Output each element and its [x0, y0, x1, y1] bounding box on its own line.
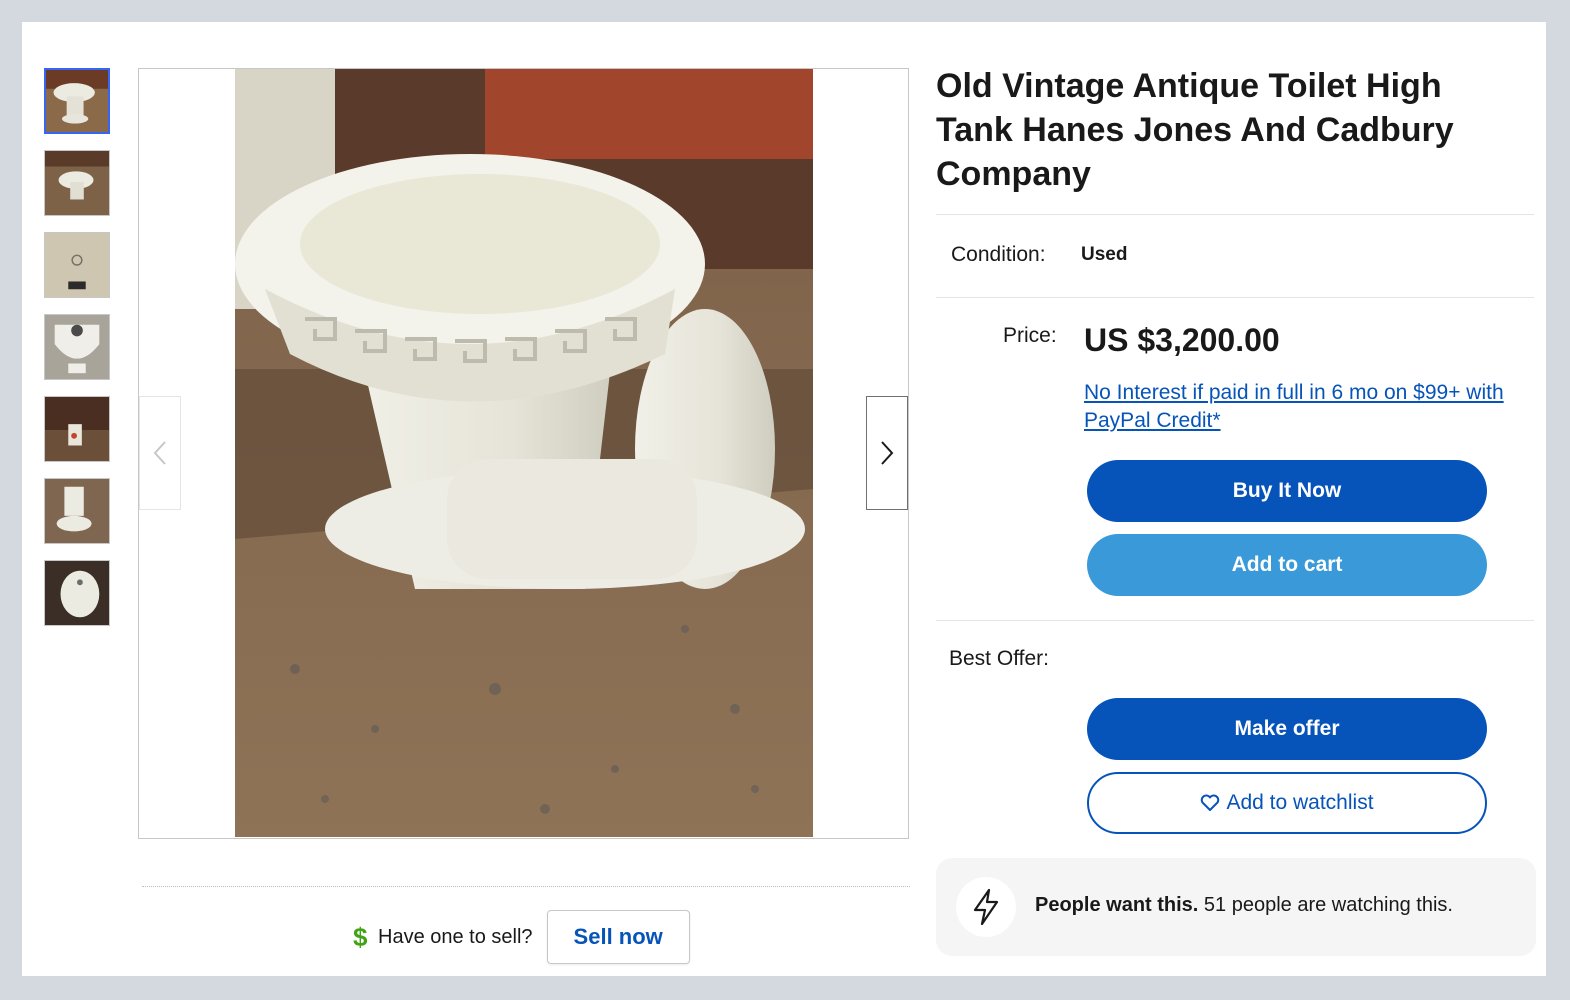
divider: [936, 620, 1534, 621]
chevron-left-icon: [153, 441, 166, 465]
next-image-button[interactable]: [866, 396, 908, 510]
thumbnail-5[interactable]: [44, 396, 110, 462]
signal-detail-text: 51 people are watching this.: [1203, 894, 1453, 916]
image-viewer: [138, 68, 909, 839]
listing-card: $ Have one to sell? Sell now Old Vintage…: [22, 22, 1546, 976]
sell-now-button[interactable]: Sell now: [546, 910, 690, 964]
add-to-watchlist-button[interactable]: Add to watchlist: [1087, 772, 1487, 834]
heart-icon: [1200, 794, 1220, 812]
sell-question: Have one to sell?: [378, 925, 533, 948]
signal-bold-text: People want this.: [1035, 894, 1199, 916]
svg-text:$: $: [353, 924, 368, 950]
condition-label: Condition:: [951, 243, 1046, 266]
urgency-signal: People want this. 51 people are watching…: [936, 858, 1536, 956]
thumbnail-6[interactable]: [44, 478, 110, 544]
thumbnail-2[interactable]: [44, 150, 110, 216]
best-offer-label: Best Offer:: [949, 647, 1049, 670]
divider: [936, 214, 1534, 215]
add-to-cart-button[interactable]: Add to cart: [1087, 534, 1487, 596]
divider: [936, 297, 1534, 298]
thumbnail-1[interactable]: [44, 68, 110, 134]
paypal-credit-link[interactable]: No Interest if paid in full in 6 mo on $…: [1084, 379, 1524, 435]
sell-prompt: $ Have one to sell? Sell now: [352, 910, 690, 964]
divider: [142, 886, 910, 887]
urgency-signal-text: People want this. 51 people are watching…: [1035, 894, 1453, 917]
make-offer-button[interactable]: Make offer: [1087, 698, 1487, 760]
price-label: Price:: [1003, 324, 1057, 347]
dollar-icon: $: [353, 924, 368, 950]
chevron-right-icon: [881, 441, 894, 465]
thumbnail-4[interactable]: [44, 314, 110, 380]
thumbnail-3[interactable]: [44, 232, 110, 298]
price-value: US $3,200.00: [1084, 322, 1280, 358]
previous-image-button[interactable]: [139, 396, 181, 510]
thumbnail-7[interactable]: [44, 560, 110, 626]
listing-title: Old Vintage Antique Toilet High Tank Han…: [936, 67, 1454, 193]
lightning-icon: [956, 877, 1016, 937]
main-product-image[interactable]: [235, 69, 813, 837]
buy-it-now-button[interactable]: Buy It Now: [1087, 460, 1487, 522]
add-to-watchlist-label: Add to watchlist: [1226, 791, 1374, 814]
condition-value: Used: [1081, 244, 1128, 265]
